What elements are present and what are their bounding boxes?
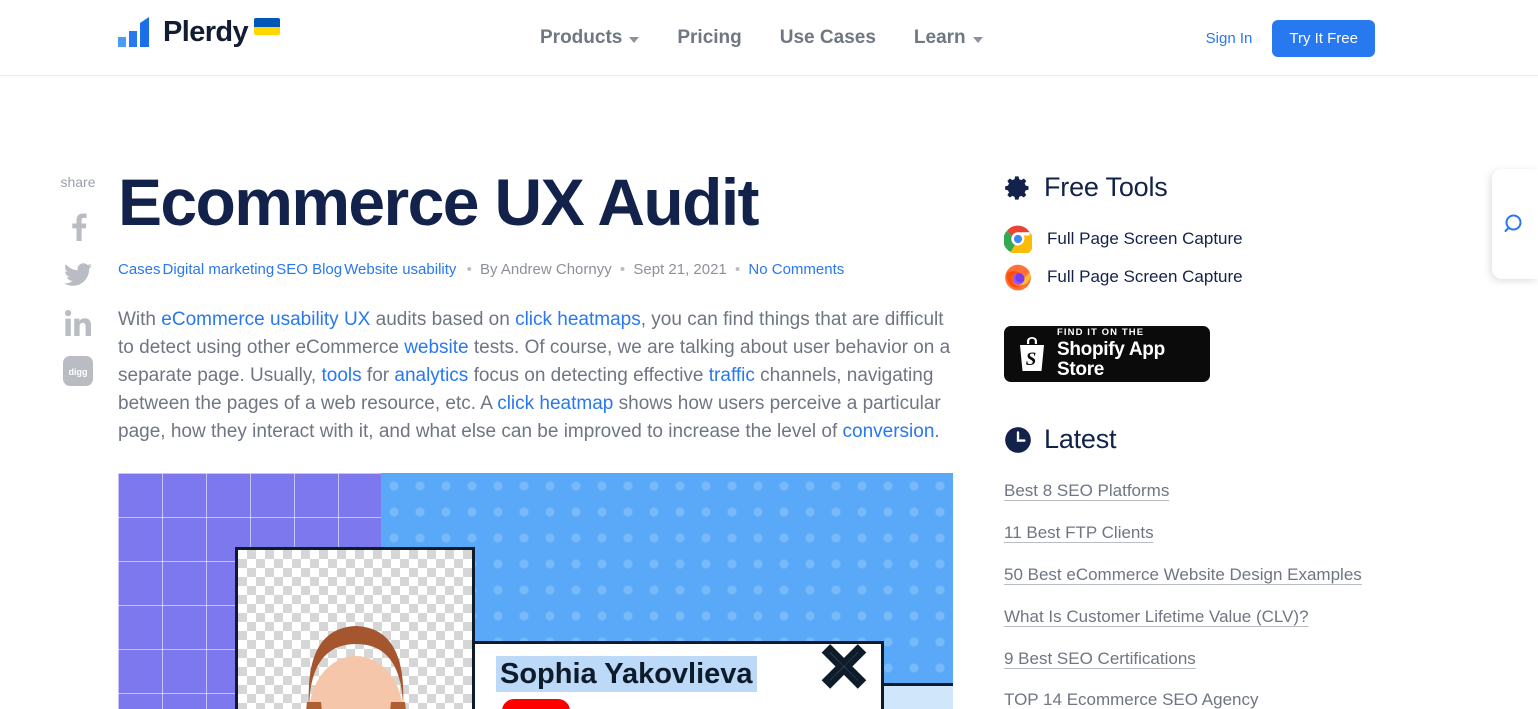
share-rail: share digg	[58, 174, 98, 402]
nav-item-products[interactable]: Products	[540, 27, 640, 49]
category-link[interactable]: Website usability	[344, 261, 456, 278]
inline-link[interactable]: analytics	[394, 365, 468, 386]
list-item[interactable]: 9 Best SEO Certifications	[1004, 645, 1364, 674]
free-tool-item-chrome[interactable]: Full Page Screen Capture	[1004, 225, 1364, 253]
latest-title: Latest	[1044, 424, 1117, 454]
category-link[interactable]: Cases	[118, 261, 161, 278]
inline-link[interactable]: traffic	[709, 365, 755, 386]
sidebar: Free Tools Full Page Screen Capture Full…	[1004, 172, 1364, 709]
article-lead-paragraph: With eCommerce usability UX audits based…	[118, 306, 953, 447]
nav-label: Learn	[913, 27, 966, 48]
bar-chart-icon	[118, 17, 156, 47]
gear-icon	[1004, 174, 1032, 202]
site-header: Plerdy Products Pricing Use Cases Learn …	[0, 0, 1538, 76]
x-mark-icon: ✕	[816, 633, 872, 703]
nav-item-pricing[interactable]: Pricing	[677, 27, 741, 49]
ukraine-flag-icon	[254, 18, 281, 35]
category-link[interactable]: Digital marketing	[163, 261, 275, 278]
free-tools-heading: Free Tools	[1004, 172, 1364, 203]
latest-list: Best 8 SEO Platforms 11 Best FTP Clients…	[1004, 477, 1364, 709]
comments-link[interactable]: No Comments	[748, 261, 844, 278]
free-tool-label: Full Page Screen Capture	[1047, 229, 1243, 248]
lead-text: .	[934, 421, 940, 443]
inline-link[interactable]: click heatmap	[497, 393, 613, 414]
lead-text: for	[361, 365, 395, 387]
site-logo[interactable]: Plerdy	[118, 16, 281, 48]
clock-icon	[1004, 426, 1032, 454]
article-meta: Cases Digital marketing SEO Blog Website us…	[118, 259, 953, 280]
article: Ecommerce UX Audit Cases Digital marketin…	[118, 165, 953, 709]
header-actions: Sign In Try It Free	[1206, 0, 1375, 76]
inline-link[interactable]: tools	[322, 365, 362, 386]
share-label: share	[60, 174, 96, 190]
page-title: Ecommerce UX Audit	[118, 165, 760, 239]
video-thumbnail[interactable]: Sophia Yakovlieva Usability Testing: Web…	[118, 472, 953, 709]
twitter-icon[interactable]	[61, 258, 95, 292]
search-icon	[1503, 212, 1527, 236]
list-item[interactable]: TOP 14 Ecommerce SEO Agency	[1004, 686, 1364, 709]
article-date: Sept 21, 2021	[633, 260, 727, 278]
try-it-free-button[interactable]: Try It Free	[1272, 19, 1375, 57]
firefox-icon	[1004, 263, 1032, 291]
latest-heading: Latest	[1004, 424, 1364, 455]
meta-separator: •	[619, 260, 626, 278]
nav-item-learn[interactable]: Learn	[914, 27, 983, 49]
facebook-icon[interactable]	[61, 210, 95, 244]
chevron-down-icon	[972, 36, 983, 43]
meta-separator: •	[734, 260, 741, 278]
sign-in-link[interactable]: Sign In	[1206, 30, 1253, 47]
digg-icon[interactable]: digg	[61, 354, 95, 388]
svg-text:S: S	[1026, 349, 1037, 370]
free-tools-title: Free Tools	[1044, 172, 1168, 202]
meta-separator: •	[466, 260, 472, 278]
lead-text: audits based on	[370, 308, 516, 330]
article-author: By Andrew Chornyy	[480, 260, 612, 278]
inline-link[interactable]: eCommerce usability UX	[161, 309, 370, 330]
youtube-play-button[interactable]	[501, 698, 570, 709]
list-item[interactable]: Best 8 SEO Platforms	[1004, 477, 1364, 506]
video-speaker-name: Sophia Yakovlieva	[496, 655, 757, 692]
nav-label: Pricing	[677, 27, 742, 48]
shopify-app-store-badge[interactable]: S FIND IT ON THE Shopify App Store	[1004, 326, 1210, 382]
list-item[interactable]: 50 Best eCommerce Website Design Example…	[1004, 561, 1364, 590]
logo-text: Plerdy	[163, 16, 249, 48]
inline-link[interactable]: conversion	[843, 421, 935, 442]
list-item[interactable]: What Is Customer Lifetime Value (CLV)?	[1004, 603, 1364, 632]
speaker-photo	[235, 546, 475, 709]
nav-label: Use Cases	[779, 27, 876, 48]
nav-label: Products	[540, 27, 623, 48]
free-tool-label: Full Page Screen Capture	[1047, 267, 1243, 286]
category-link[interactable]: SEO Blog	[276, 261, 342, 278]
chrome-icon	[1004, 225, 1032, 253]
shopify-badge-line2: Shopify App Store	[1057, 339, 1165, 380]
lead-text: With	[118, 308, 162, 330]
category-list: Cases Digital marketing SEO Blog Website us…	[118, 261, 458, 278]
main-nav: Products Pricing Use Cases Learn	[540, 0, 983, 76]
search-tab-button[interactable]	[1492, 169, 1538, 279]
svg-text:digg: digg	[69, 367, 88, 377]
nav-item-use-cases[interactable]: Use Cases	[780, 27, 876, 49]
shopify-badge-line1: FIND IT ON THE	[1057, 327, 1145, 339]
shopify-bag-icon: S	[1017, 337, 1047, 371]
page-body: share digg Ecommerce UX Audit Cases Digi…	[0, 76, 1538, 709]
list-item[interactable]: 11 Best FTP Clients	[1004, 519, 1364, 548]
inline-link[interactable]: website	[404, 337, 468, 358]
inline-link[interactable]: click heatmaps	[515, 309, 641, 330]
free-tool-item-firefox[interactable]: Full Page Screen Capture	[1004, 263, 1364, 291]
chevron-down-icon	[629, 36, 640, 43]
lead-text: focus on detecting effective	[468, 365, 709, 387]
linkedin-icon[interactable]	[61, 306, 95, 340]
